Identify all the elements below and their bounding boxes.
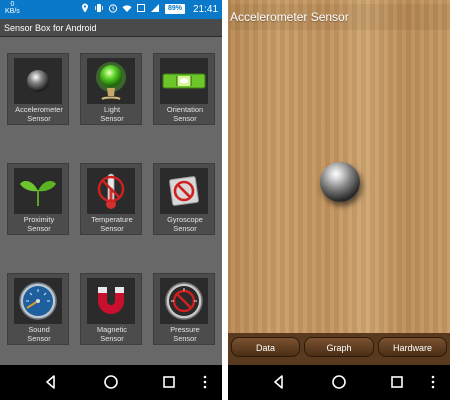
tile-light-sensor[interactable]: Light Sensor [80, 53, 142, 125]
back-icon[interactable] [270, 373, 288, 391]
home-icon[interactable] [102, 373, 120, 391]
bottom-button-bar: Data Graph Hardware [228, 333, 450, 365]
sensor-grid: Accelerometer Sensor Light Sensor Orient… [0, 37, 222, 365]
tile-label: Temperature Sensor [91, 215, 133, 233]
accelerometer-screen: Accelerometer Sensor Data Graph Hardware [228, 0, 450, 400]
tile-icon-frame [87, 278, 135, 324]
tile-proximity-sensor[interactable]: Proximity Sensor [7, 163, 69, 235]
recents-icon[interactable] [160, 373, 178, 391]
thermometer-icon [97, 173, 125, 209]
back-icon[interactable] [42, 373, 60, 391]
clock: 21:41 [193, 4, 219, 15]
steel-ball [320, 162, 360, 202]
tile-temperature-sensor[interactable]: Temperature Sensor [80, 163, 142, 235]
tile-label: Accelerometer Sensor [15, 105, 63, 123]
no-sign-icon [169, 176, 199, 206]
tile-pressure-sensor[interactable]: Pressure Sensor [153, 273, 215, 345]
wifi-icon [122, 5, 132, 12]
vibrate-icon [95, 4, 103, 12]
tile-accelerometer-sensor[interactable]: Accelerometer Sensor [7, 53, 69, 125]
tile-label: Orientation Sensor [166, 105, 204, 123]
tile-label: Proximity Sensor [23, 215, 55, 233]
data-rate-indicator: 0 KB/s [5, 1, 20, 15]
tile-icon-frame [14, 58, 62, 104]
level-icon [162, 73, 206, 89]
tile-gyroscope-sensor[interactable]: Gyroscope Sensor [153, 163, 215, 235]
tile-icon-frame [14, 168, 62, 214]
hardware-button[interactable]: Hardware [378, 337, 447, 357]
data-rate-value: 0 [10, 1, 15, 8]
tile-label: Gyroscope Sensor [167, 215, 203, 233]
sprout-icon [20, 180, 56, 206]
tile-label: Magnetic Sensor [97, 325, 127, 343]
tile-magnetic-sensor[interactable]: Magnetic Sensor [80, 273, 142, 345]
tile-icon-frame [160, 168, 208, 214]
overflow-menu-icon[interactable] [200, 373, 210, 391]
data-rate-unit: KB/s [5, 8, 20, 15]
tile-orientation-sensor[interactable]: Orientation Sensor [153, 53, 215, 125]
battery-indicator: 89% [165, 4, 185, 14]
metal-ball-icon [27, 70, 49, 92]
graph-button[interactable]: Graph [304, 337, 374, 357]
pressure-gauge-icon [165, 282, 203, 320]
sound-gauge-icon [19, 282, 57, 320]
data-button[interactable]: Data [231, 337, 300, 357]
app-title: Sensor Box for Android [0, 19, 222, 37]
navigation-bar [0, 365, 222, 400]
notification-icon [137, 4, 145, 12]
alarm-icon [108, 4, 118, 13]
magnet-icon [98, 287, 124, 314]
green-bulb-icon [96, 62, 126, 100]
tile-icon-frame [14, 278, 62, 324]
signal-icon [151, 4, 159, 12]
status-bar: 0 KB/s 89% 21:41 [0, 0, 222, 19]
sensor-box-screen: 0 KB/s 89% 21:41 Sensor Box for Android … [0, 0, 222, 400]
tile-icon-frame [160, 278, 208, 324]
home-icon[interactable] [330, 373, 348, 391]
tile-icon-frame [87, 168, 135, 214]
tile-label: Sound Sensor [27, 325, 51, 343]
navigation-bar-right [228, 365, 450, 400]
recents-icon[interactable] [388, 373, 406, 391]
location-icon [82, 3, 88, 13]
tile-icon-frame [160, 58, 208, 104]
tile-icon-frame [87, 58, 135, 104]
tile-sound-sensor[interactable]: Sound Sensor [7, 273, 69, 345]
overflow-menu-icon[interactable] [428, 373, 438, 391]
tile-label: Pressure Sensor [170, 325, 200, 343]
screen-title: Accelerometer Sensor [230, 4, 450, 30]
tile-label: Light Sensor [100, 105, 124, 123]
status-icons [80, 3, 160, 13]
